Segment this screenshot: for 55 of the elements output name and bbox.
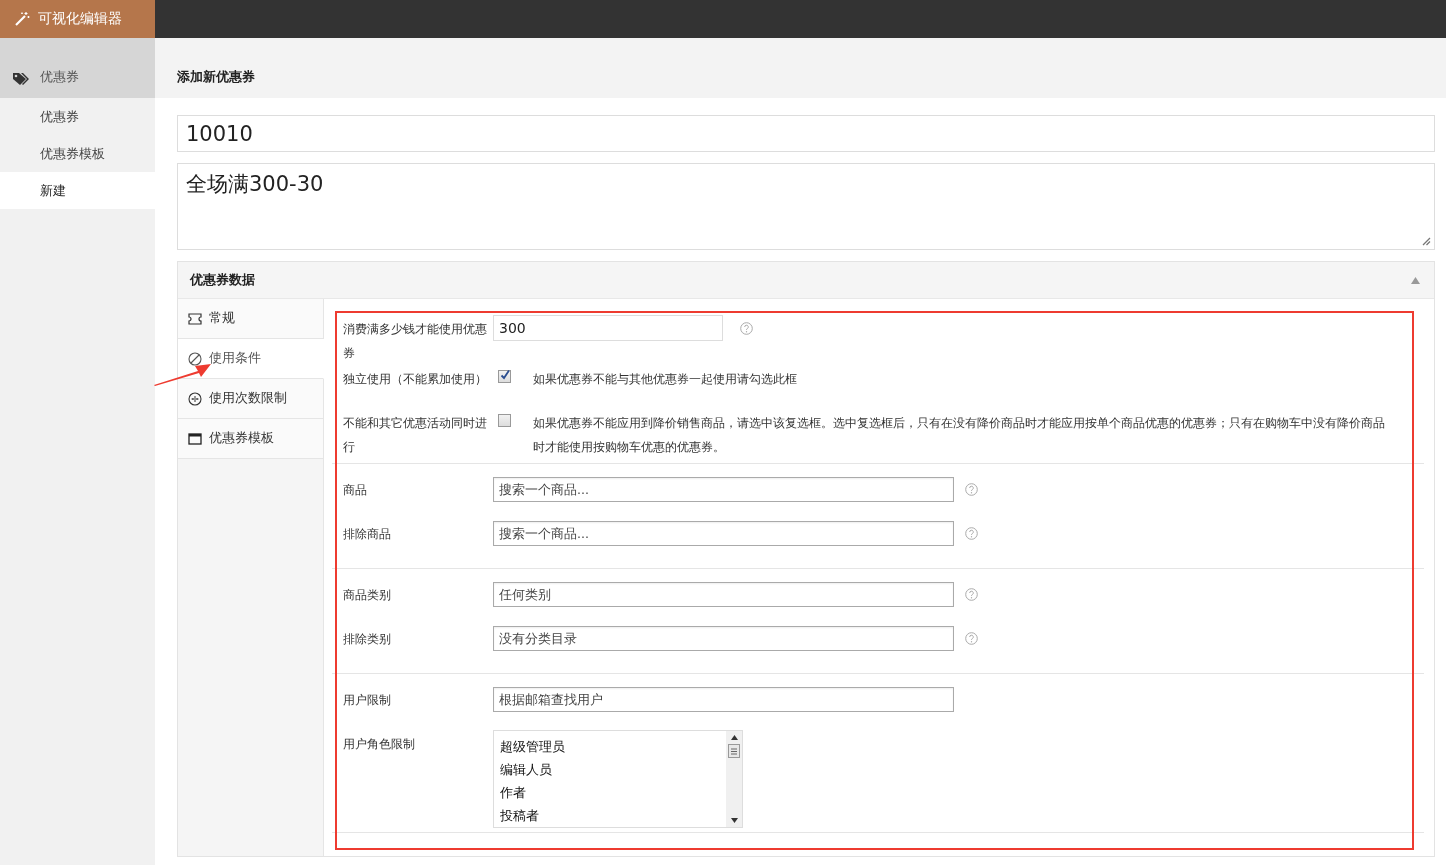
panel-tab[interactable]: 优惠券模板	[178, 419, 324, 459]
list-option[interactable]: 投稿者	[500, 804, 720, 827]
sidebar-item[interactable]: 优惠券模板	[0, 135, 155, 172]
window-icon	[188, 432, 202, 445]
field-label: 用户限制	[343, 692, 392, 709]
checkbox[interactable]	[498, 414, 511, 427]
field-label: 独立使用（不能累加使用）	[343, 371, 488, 388]
panel-title: 优惠券数据	[190, 271, 255, 289]
panel-tab[interactable]: 常规	[178, 299, 324, 339]
panel-tab[interactable]: 使用条件	[178, 339, 324, 379]
scroll-up-icon[interactable]	[730, 735, 738, 740]
panel-tab[interactable]: 使用次数限制	[178, 379, 324, 419]
list-option[interactable]: 编辑人员	[500, 758, 720, 781]
help-icon[interactable]	[740, 322, 753, 335]
field-label: 用户角色限制	[343, 736, 416, 753]
search-field[interactable]: 根据邮箱查找用户	[493, 687, 954, 712]
scroll-thumb[interactable]	[728, 744, 740, 758]
search-field[interactable]: 任何类别	[493, 582, 954, 607]
field-label: 商品	[343, 482, 368, 499]
collapse-icon[interactable]	[1411, 276, 1420, 284]
counter-icon	[188, 391, 202, 406]
magic-wand-icon	[14, 11, 30, 27]
checkbox[interactable]	[498, 370, 511, 383]
field-label: 消费满多少钱才能使用优惠券	[343, 321, 488, 362]
sidebar-item[interactable]: 新建	[0, 172, 155, 209]
resize-grip-icon	[1422, 237, 1431, 246]
section-label: 优惠券	[40, 68, 79, 86]
checkbox-description: 如果优惠券不能应用到降价销售商品，请选中该复选框。选中复选框后，只有在没有降价商品时才能应用按单个商品优惠的优惠券；只有在购物车中没有降价商品时才能使用按购物车优惠的优惠券。	[533, 415, 1386, 456]
sidebar-section[interactable]: 优惠券	[0, 38, 155, 98]
field-label: 排除商品	[343, 526, 392, 543]
search-field[interactable]: 搜索一个商品...	[493, 477, 954, 502]
field-label: 不能和其它优惠活动同时进行	[343, 415, 488, 456]
description-field[interactable]: 全场满300-30	[177, 163, 1435, 250]
help-icon[interactable]	[965, 632, 978, 645]
scroll-down-icon[interactable]	[730, 818, 738, 823]
search-field[interactable]: 搜索一个商品...	[493, 521, 954, 546]
arrow-annotation	[154, 362, 212, 386]
ban-icon	[188, 351, 202, 366]
list-option[interactable]: 超级管理员	[500, 735, 720, 758]
field-label: 商品类别	[343, 587, 392, 604]
search-field[interactable]: 没有分类目录	[493, 626, 954, 651]
checkbox-description: 如果优惠券不能与其他优惠券一起使用请勾选此框	[533, 371, 798, 388]
sidebar-item[interactable]: 优惠券	[0, 98, 155, 135]
list-option[interactable]: 作者	[500, 781, 720, 804]
coupon-code-field[interactable]: 10010	[177, 115, 1435, 152]
help-icon[interactable]	[965, 527, 978, 540]
help-icon[interactable]	[965, 588, 978, 601]
amount-field[interactable]: 300	[493, 315, 723, 341]
field-label: 排除类别	[343, 631, 392, 648]
page-title: 添加新优惠券	[177, 68, 255, 86]
role-listbox[interactable]: 超级管理员 编辑人员 作者 投稿者	[493, 730, 743, 828]
help-icon[interactable]	[965, 483, 978, 496]
brand-button[interactable]: 可视化编辑器	[0, 0, 155, 38]
ticket-icon	[188, 312, 202, 325]
tag-icon	[12, 72, 30, 86]
